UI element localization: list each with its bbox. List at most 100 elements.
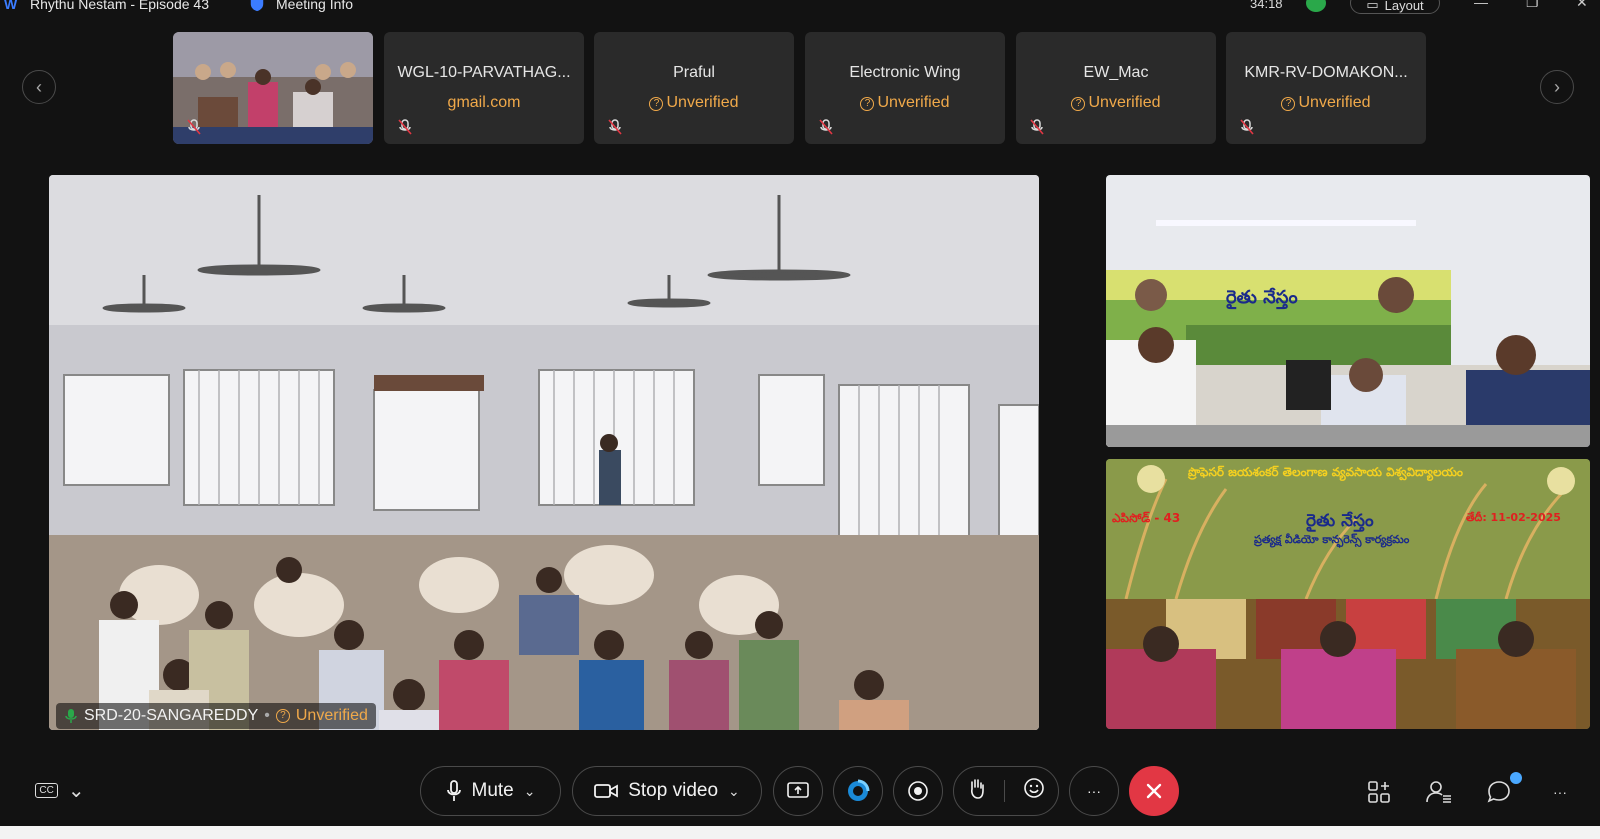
meeting-timer: 34:18 [1250, 0, 1283, 11]
captions-button[interactable]: CC ⌄ [32, 776, 88, 804]
participant-video-thumbnail [173, 32, 373, 144]
ai-assistant-button[interactable] [833, 766, 883, 816]
share-button[interactable] [773, 766, 823, 816]
participant-status: ? Unverified [805, 94, 1005, 112]
mute-button[interactable]: Mute ⌄ [420, 766, 561, 816]
participant-tile-3[interactable]: Electronic Wing ? Unverified [805, 32, 1005, 144]
muted-mic-icon [819, 119, 833, 135]
chevron-down-icon: ⌄ [728, 782, 740, 799]
meeting-title: Rhythu Nestam - Episode 43 [30, 0, 209, 12]
more-options-button[interactable]: ··· [1069, 766, 1119, 816]
participant-email: gmail.com [447, 94, 521, 111]
chevron-right-icon: › [1554, 76, 1560, 97]
muted-mic-icon [187, 119, 201, 135]
os-taskbar [0, 826, 1600, 839]
apps-button[interactable] [1365, 778, 1393, 806]
meeting-info-button[interactable]: Meeting Info [248, 0, 353, 12]
participant-tile-video[interactable] [173, 32, 373, 144]
date-label: తేదీ: 11-02-2025 [1466, 511, 1561, 524]
participant-name: Praful [673, 64, 715, 81]
participant-name: WGL-10-PARVATHAG... [397, 64, 571, 81]
closed-captions-icon: CC [35, 782, 58, 798]
webex-meeting-window: W Rhythu Nestam - Episode 43 Meeting Inf… [0, 0, 1600, 839]
strip-next-button[interactable]: › [1540, 70, 1574, 104]
reactions-button[interactable] [1023, 777, 1045, 805]
participant-name: KMR-RV-DOMAKON... [1244, 64, 1408, 81]
main-video-name-tag: SRD-20-SANGAREDDY • ? Unverified [56, 703, 376, 729]
chat-button[interactable] [1485, 778, 1513, 806]
layout-button[interactable]: ▭ Layout [1350, 0, 1440, 14]
side-video-feed-1[interactable]: రైతు నేస్తం [1106, 175, 1590, 447]
minimize-button[interactable]: — [1474, 0, 1488, 10]
apps-icon [1368, 781, 1390, 803]
office-video-scene [1106, 175, 1590, 447]
main-video-feed[interactable] [49, 175, 1039, 730]
top-banner-title: రైతు నేస్తం [1226, 287, 1298, 308]
mic-icon [65, 709, 77, 723]
chat-notification-badge [1510, 772, 1522, 784]
unverified-label: Unverified [666, 94, 739, 111]
question-icon: ? [649, 97, 664, 111]
record-button[interactable] [893, 766, 943, 816]
meeting-info-label: Meeting Info [276, 0, 354, 12]
participants-icon [1426, 781, 1451, 803]
participant-tile-2[interactable]: Praful ? Unverified [594, 32, 794, 144]
webex-logo-icon: W [4, 0, 18, 12]
side-video-feed-2[interactable]: ప్రొఫెసర్ జయశంకర్ తెలంగాణ వ్యవసాయ విశ్వవ… [1106, 459, 1590, 729]
chevron-down-icon: ⌄ [67, 779, 85, 802]
unverified-label: Unverified [1298, 94, 1371, 111]
question-icon: ? [1071, 97, 1086, 111]
more-icon: ··· [1087, 783, 1101, 799]
overflow-menu-button[interactable]: ··· [1546, 778, 1574, 806]
more-icon: ··· [1553, 784, 1567, 800]
maximize-button[interactable]: ❐ [1526, 0, 1539, 11]
question-icon: ? [1281, 97, 1296, 111]
unverified-label: Unverified [877, 94, 950, 111]
participant-name: Electronic Wing [849, 64, 961, 81]
strip-prev-button[interactable]: ‹ [22, 70, 56, 104]
chevron-down-icon: ⌄ [523, 782, 536, 799]
participant-name: SRD-20-SANGAREDDY [84, 707, 259, 724]
record-icon [908, 781, 928, 801]
participant-status: ? Unverified [594, 94, 794, 112]
muted-mic-icon [398, 119, 412, 135]
participant-tile-4[interactable]: EW_Mac ? Unverified [1016, 32, 1216, 144]
muted-mic-icon [608, 119, 622, 135]
classroom-video-scene [49, 175, 1039, 730]
stop-video-button[interactable]: Stop video ⌄ [572, 766, 762, 816]
banner-video-scene [1106, 459, 1590, 729]
raise-hand-icon [970, 779, 984, 799]
separator-dot: • [264, 707, 270, 724]
bottom-banner-title: రైతు నేస్తం [1306, 511, 1374, 531]
participants-button[interactable] [1425, 778, 1453, 806]
raise-hand-button[interactable] [968, 777, 986, 805]
shield-icon [250, 0, 264, 12]
participant-name: EW_Mac [1083, 64, 1149, 81]
emoji-icon [1023, 778, 1044, 798]
participant-tile-1[interactable]: WGL-10-PARVATHAG... gmail.com [384, 32, 584, 144]
episode-label: ఎపిసోడ్ - 43 [1112, 511, 1181, 525]
close-button[interactable]: ✕ [1576, 0, 1588, 11]
divider [1003, 780, 1005, 802]
unverified-label: Unverified [1088, 94, 1161, 111]
mic-icon [446, 780, 461, 801]
participant-status: ? Unverified [1016, 94, 1216, 112]
meeting-controls: CC ⌄ Mute ⌄ Stop video ⌄ ··· ··· [0, 766, 1600, 824]
participant-tile-5[interactable]: KMR-RV-DOMAKON... ? Unverified [1226, 32, 1426, 144]
end-call-button[interactable] [1129, 766, 1179, 816]
unverified-label: Unverified [295, 707, 368, 724]
participant-status: ? Unverified [1226, 94, 1426, 112]
university-banner: ప్రొఫెసర్ జయశంకర్ తెలంగాణ వ్యవసాయ విశ్వవ… [1188, 465, 1463, 479]
layout-label: Layout [1384, 0, 1424, 13]
stop-video-label: Stop video [628, 780, 719, 801]
question-icon: ? [860, 97, 875, 111]
mute-label: Mute [471, 780, 514, 801]
close-icon [1146, 783, 1162, 799]
muted-mic-icon [1240, 119, 1254, 135]
title-bar: W Rhythu Nestam - Episode 43 Meeting Inf… [0, 0, 1600, 14]
muted-mic-icon [1030, 119, 1044, 135]
share-screen-icon [787, 782, 809, 798]
program-subtitle: ప్రత్యక్ష వీడియో కాన్ఫరెన్స్ కార్యక్రమం [1254, 533, 1410, 546]
network-signal-icon[interactable] [1306, 0, 1326, 12]
video-camera-icon [594, 784, 619, 798]
